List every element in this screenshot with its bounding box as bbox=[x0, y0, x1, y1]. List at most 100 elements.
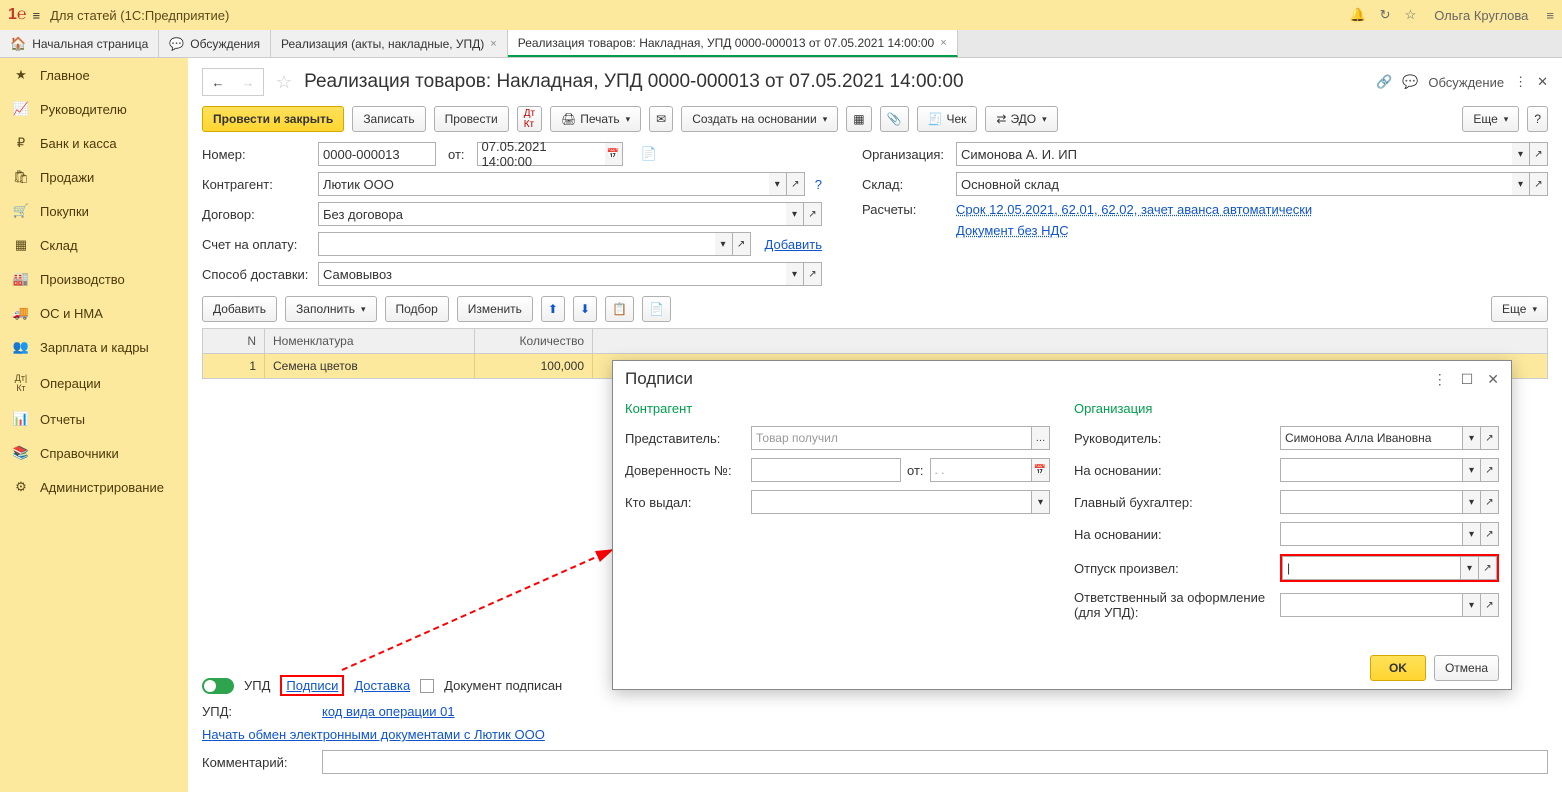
sidebar-item-warehouse[interactable]: ▦Склад bbox=[0, 228, 188, 262]
dialog-close-icon[interactable]: ✕ bbox=[1487, 371, 1499, 388]
favorite-star-icon[interactable]: ☆ bbox=[276, 72, 292, 93]
open-icon[interactable]: ↗ bbox=[1530, 142, 1548, 166]
link-icon[interactable]: 🔗 bbox=[1376, 74, 1392, 90]
discuss-link[interactable]: Обсуждение bbox=[1428, 75, 1504, 90]
dropdown-icon[interactable]: ▾ bbox=[1512, 142, 1530, 166]
signatures-link[interactable]: Подписи bbox=[280, 675, 344, 696]
history-icon[interactable]: ↻ bbox=[1380, 7, 1391, 23]
nds-link[interactable]: Документ без НДС bbox=[956, 223, 1069, 238]
dropdown-icon[interactable]: ▾ bbox=[1463, 490, 1481, 514]
contract-input[interactable]: Без договора bbox=[318, 202, 786, 226]
calc-link[interactable]: Срок 12.05.2021, 62.01, 62.02, зачет ава… bbox=[956, 202, 1312, 217]
add-invoice-link[interactable]: Добавить bbox=[765, 237, 822, 252]
open-icon[interactable]: ↗ bbox=[1479, 556, 1497, 580]
close-icon[interactable]: × bbox=[490, 38, 496, 50]
dropdown-icon[interactable]: ▾ bbox=[1032, 490, 1050, 514]
nav-back-button[interactable]: ← bbox=[203, 69, 233, 95]
otp-input[interactable]: | bbox=[1282, 556, 1461, 580]
delivery-method-input[interactable]: Самовывоз bbox=[318, 262, 786, 286]
upd-toggle[interactable] bbox=[202, 678, 234, 694]
comment-input[interactable] bbox=[322, 750, 1548, 774]
sidebar-item-main[interactable]: ★Главное bbox=[0, 58, 188, 92]
hamburger-icon[interactable]: ≡ bbox=[33, 8, 41, 23]
sidebar-item-manager[interactable]: 📈Руководителю bbox=[0, 92, 188, 126]
dialog-kebab-icon[interactable]: ⋮ bbox=[1433, 371, 1447, 388]
dropdown-icon[interactable]: ▾ bbox=[769, 172, 787, 196]
sidebar-item-sales[interactable]: 🛍Продажи bbox=[0, 160, 188, 194]
signed-checkbox[interactable] bbox=[420, 679, 434, 693]
paste-button[interactable]: 📄 bbox=[642, 296, 671, 322]
move-up-button[interactable]: ⬆ bbox=[541, 296, 565, 322]
org-input[interactable]: Симонова А. И. ИП bbox=[956, 142, 1512, 166]
sidebar-item-assets[interactable]: 🚚ОС и НМА bbox=[0, 296, 188, 330]
calendar-icon[interactable]: 📅 bbox=[1032, 458, 1050, 482]
dropdown-icon[interactable]: ▾ bbox=[786, 202, 804, 226]
dov-number-input[interactable] bbox=[751, 458, 901, 482]
dropdown-icon[interactable]: ▾ bbox=[1463, 458, 1481, 482]
ellipsis-icon[interactable]: … bbox=[1032, 426, 1050, 450]
sidebar-item-refs[interactable]: 📚Справочники bbox=[0, 436, 188, 470]
upd-code-link[interactable]: код вида операции 01 bbox=[322, 704, 455, 719]
dropdown-icon[interactable]: ▾ bbox=[1461, 556, 1479, 580]
open-icon[interactable]: ↗ bbox=[733, 232, 751, 256]
open-icon[interactable]: ↗ bbox=[1481, 522, 1499, 546]
dropdown-icon[interactable]: ▾ bbox=[1463, 593, 1481, 617]
write-button[interactable]: Записать bbox=[352, 106, 425, 132]
sidebar-item-purchases[interactable]: 🛒Покупки bbox=[0, 194, 188, 228]
create-based-button[interactable]: Создать на основании▾ bbox=[681, 106, 838, 132]
more-button[interactable]: Еще▾ bbox=[1462, 106, 1519, 132]
dropdown-icon[interactable]: ▾ bbox=[1463, 426, 1481, 450]
menu-lines-icon[interactable]: ≡ bbox=[1546, 8, 1554, 23]
post-button[interactable]: Провести bbox=[434, 106, 509, 132]
kebab-icon[interactable]: ⋮ bbox=[1514, 74, 1527, 90]
mail-button[interactable]: ✉ bbox=[649, 106, 673, 132]
dtkt-button[interactable]: ДтКт bbox=[517, 106, 542, 132]
calendar-icon[interactable]: 📅 bbox=[605, 142, 623, 166]
tab-home[interactable]: 🏠Начальная страница bbox=[0, 30, 159, 57]
who-input[interactable] bbox=[751, 490, 1032, 514]
cancel-button[interactable]: Отмена bbox=[1434, 655, 1499, 681]
related-button[interactable]: ▦ bbox=[846, 106, 871, 132]
sidebar-item-admin[interactable]: ⚙Администрирование bbox=[0, 470, 188, 504]
sidebar-item-operations[interactable]: Дт|КтОперации bbox=[0, 364, 188, 402]
sidebar-item-hr[interactable]: 👥Зарплата и кадры bbox=[0, 330, 188, 364]
user-name[interactable]: Ольга Круглова bbox=[1434, 8, 1528, 23]
invoice-input[interactable] bbox=[318, 232, 715, 256]
ok-button[interactable]: OK bbox=[1370, 655, 1426, 681]
tbl-pick-button[interactable]: Подбор bbox=[385, 296, 449, 322]
dropdown-icon[interactable]: ▾ bbox=[1463, 522, 1481, 546]
edo-button[interactable]: ⇄ЭДО▾ bbox=[985, 106, 1057, 132]
open-icon[interactable]: ↗ bbox=[1481, 490, 1499, 514]
tab-realization-doc[interactable]: Реализация товаров: Накладная, УПД 0000-… bbox=[508, 30, 958, 57]
star-icon[interactable]: ☆ bbox=[1405, 7, 1417, 23]
open-icon[interactable]: ↗ bbox=[804, 262, 822, 286]
dialog-max-icon[interactable]: ☐ bbox=[1461, 371, 1474, 388]
dropdown-icon[interactable]: ▾ bbox=[1512, 172, 1530, 196]
ruk-input[interactable]: Симонова Алла Ивановна bbox=[1280, 426, 1463, 450]
tbl-change-button[interactable]: Изменить bbox=[457, 296, 533, 322]
nav-forward-button[interactable]: → bbox=[233, 69, 263, 95]
date-input[interactable]: 07.05.2021 14:00:00 bbox=[477, 142, 605, 166]
start-edo-link[interactable]: Начать обмен электронными документами с … bbox=[202, 727, 545, 742]
open-icon[interactable]: ↗ bbox=[1481, 593, 1499, 617]
rep-input[interactable]: Товар получил bbox=[751, 426, 1032, 450]
tbl-fill-button[interactable]: Заполнить▾ bbox=[285, 296, 376, 322]
help-button[interactable]: ? bbox=[1527, 106, 1548, 132]
tbl-add-button[interactable]: Добавить bbox=[202, 296, 277, 322]
dropdown-icon[interactable]: ▾ bbox=[786, 262, 804, 286]
tab-realization-list[interactable]: Реализация (акты, накладные, УПД)× bbox=[271, 30, 508, 57]
gb-input[interactable] bbox=[1280, 490, 1463, 514]
tbl-more-button[interactable]: Еще▾ bbox=[1491, 296, 1548, 322]
sidebar-item-production[interactable]: 🏭Производство bbox=[0, 262, 188, 296]
close-doc-icon[interactable]: ✕ bbox=[1537, 74, 1548, 90]
resp-input[interactable] bbox=[1280, 593, 1463, 617]
open-icon[interactable]: ↗ bbox=[787, 172, 805, 196]
move-down-button[interactable]: ⬇ bbox=[573, 296, 597, 322]
open-icon[interactable]: ↗ bbox=[804, 202, 822, 226]
osn2-input[interactable] bbox=[1280, 522, 1463, 546]
osn1-input[interactable] bbox=[1280, 458, 1463, 482]
open-icon[interactable]: ↗ bbox=[1481, 458, 1499, 482]
open-icon[interactable]: ↗ bbox=[1530, 172, 1548, 196]
contragent-input[interactable]: Лютик ООО bbox=[318, 172, 769, 196]
print-button[interactable]: 🖨Печать▾ bbox=[550, 106, 641, 132]
